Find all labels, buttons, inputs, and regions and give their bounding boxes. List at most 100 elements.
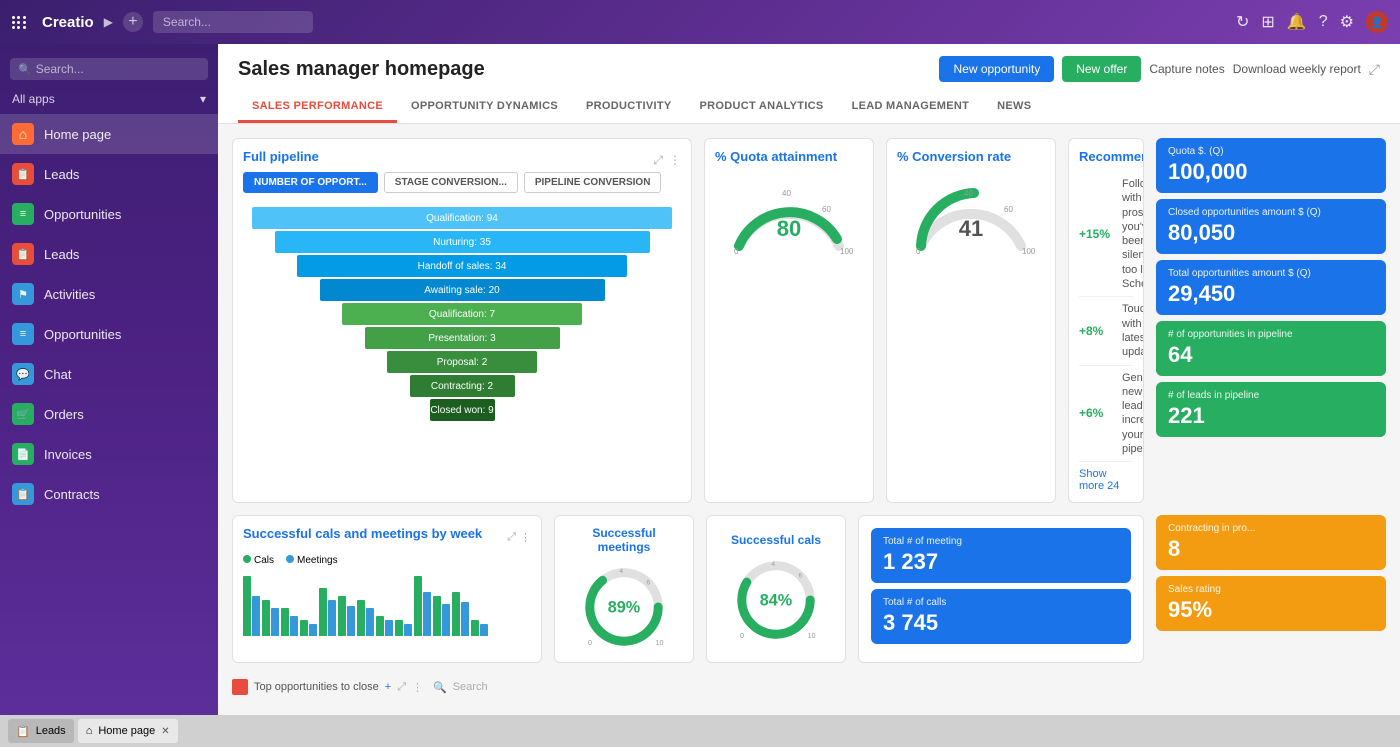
sidebar-item-invoices[interactable]: 📄 Invoices [0,434,218,474]
sidebar-item-activities[interactable]: ⚑ Activities [0,274,218,314]
funnel-row-1: Nurturing: 35 [275,231,650,253]
bell-icon[interactable]: 🔔 [1287,12,1307,32]
chart-legend: Cals Meetings [243,555,531,566]
expand-icon[interactable]: ⤢ [1369,61,1380,78]
settings-icon[interactable]: ⚙ [1340,12,1354,32]
expand-chart-icon[interactable]: ⤢ [507,531,516,544]
chart-menu-icon[interactable]: ⋮ [520,531,531,544]
contracting-card: Contracting in pro... 8 [1156,515,1386,570]
top-search-input[interactable] [153,11,313,33]
new-offer-button[interactable]: New offer [1062,56,1141,82]
svg-text:4: 4 [772,561,776,568]
pipeline-tab-stage[interactable]: STAGE CONVERSION... [384,172,518,193]
kpi-pipeline-opp-value: 64 [1168,342,1374,368]
opps-more-icon[interactable]: ⋮ [412,681,423,694]
add-icon[interactable]: + [123,12,143,32]
add-opps-icon[interactable]: + [385,681,391,693]
search-opps-icon[interactable]: 🔍 [433,681,447,694]
expand-pipeline-icon[interactable]: ⤢ [653,153,663,168]
avatar-icon[interactable]: 👤 [1366,11,1388,33]
taskbar-homepage[interactable]: ⌂ Home page ✕ [78,719,178,743]
sidebar-item-opportunities2[interactable]: ≡ Opportunities [0,314,218,354]
sidebar-search-input[interactable] [36,62,200,76]
opps-footer-label: Top opportunities to close [254,681,379,693]
sidebar-item-invoices-label: Invoices [44,447,92,462]
rec-pct-2: +6% [1079,406,1114,420]
calls-legend-label: Cals [254,555,274,566]
tab-productivity[interactable]: PRODUCTIVITY [572,92,686,123]
download-report-button[interactable]: Download weekly report [1233,62,1361,76]
home-icon: ⌂ [12,123,34,145]
calls-bar [338,596,346,636]
sidebar-item-leads2[interactable]: 📋 Leads [0,234,218,274]
sales-rating-value: 95% [1168,597,1374,623]
bar-group [300,620,317,636]
successful-meetings-card: Successful meetings 89% 0 10 4 6 [554,515,694,663]
sidebar-item-chat[interactable]: 💬 Chat [0,354,218,394]
svg-text:40: 40 [964,189,973,198]
conversion-gauge-svg: 0 40 60 100 41 [906,176,1036,256]
meetings-bar [423,592,431,636]
forward-icon[interactable]: ▶ [104,15,113,29]
apps-icon[interactable]: ⊞ [1261,12,1274,32]
bar-group [395,620,412,636]
svg-text:100: 100 [840,247,854,256]
kpi-leads-label: # of leads in pipeline [1168,390,1374,401]
sidebar-item-opportunities1[interactable]: ≡ Opportunities [0,194,218,234]
svg-text:10: 10 [656,638,664,647]
svg-text:0: 0 [740,631,744,640]
bar-group [243,576,260,636]
conversion-rate-card: % Conversion rate 0 40 60 100 41 [886,138,1056,503]
total-calls-card: Total # of calls 3 745 [871,589,1131,644]
new-opportunity-button[interactable]: New opportunity [939,56,1054,82]
opportunities-footer: Top opportunities to close + ⤢ ⋮ 🔍 Searc… [232,675,1386,699]
leads1-icon: 📋 [12,163,34,185]
meetings-bar [461,602,469,636]
grid-icon[interactable] [12,16,26,29]
header-actions: New opportunity New offer Capture notes … [939,56,1380,82]
tabs-bar: SALES PERFORMANCE OPPORTUNITY DYNAMICS P… [238,92,1380,123]
taskbar-leads-label: Leads [36,725,66,737]
contracts-icon: 📋 [12,483,34,505]
dashboard: Full pipeline ⤢ ⋮ NUMBER OF OPPORT... ST… [218,124,1400,715]
sidebar-item-opportunities2-label: Opportunities [44,327,121,342]
total-calls-label: Total # of calls [883,597,1119,608]
sidebar-item-contracts[interactable]: 📋 Contracts [0,474,218,514]
svg-text:10: 10 [808,631,816,640]
calls-bar [433,596,441,636]
refresh-icon[interactable]: ↻ [1236,12,1249,32]
tab-opportunity-dynamics[interactable]: OPPORTUNITY DYNAMICS [397,92,572,123]
taskbar-close-icon[interactable]: ✕ [161,726,169,737]
calls-bar [376,616,384,636]
kpi-quota-value: 100,000 [1168,159,1374,185]
pipeline-menu-icon[interactable]: ⋮ [669,153,681,168]
sidebar-item-homepage[interactable]: ⌂ Home page [0,114,218,154]
tab-news[interactable]: NEWS [983,92,1045,123]
bar-chart-card: Successful cals and meetings by week ⤢ ⋮… [232,515,542,663]
expand-opps-icon[interactable]: ⤢ [397,681,406,694]
content-area: Sales manager homepage New opportunity N… [218,44,1400,715]
calls-bar [471,620,479,636]
bar-group [357,600,374,636]
svg-text:6: 6 [799,573,803,580]
kpi-leads-value: 221 [1168,403,1374,429]
pipeline-tab-conversion[interactable]: PIPELINE CONVERSION [524,172,662,193]
sidebar-item-leads1[interactable]: 📋 Leads [0,154,218,194]
kpi-quota-label: Quota $. (Q) [1168,146,1374,157]
svg-text:41: 41 [959,216,983,241]
taskbar-leads[interactable]: 📋 Leads [8,719,74,743]
pipeline-tab-number[interactable]: NUMBER OF OPPORT... [243,172,378,193]
calls-bar [300,620,308,636]
show-more-link[interactable]: Show more 24 [1079,468,1133,492]
sidebar-item-orders[interactable]: 🛒 Orders [0,394,218,434]
help-icon[interactable]: ? [1319,13,1328,31]
conversion-title: % Conversion rate [897,149,1045,164]
bar-group [471,620,488,636]
total-meetings-value: 1 237 [883,549,1119,575]
tab-lead-management[interactable]: LEAD MANAGEMENT [838,92,984,123]
sidebar-item-homepage-label: Home page [44,127,111,142]
top-row: Full pipeline ⤢ ⋮ NUMBER OF OPPORT... ST… [232,138,1386,503]
tab-product-analytics[interactable]: PRODUCT ANALYTICS [685,92,837,123]
tab-sales-performance[interactable]: SALES PERFORMANCE [238,92,397,123]
capture-notes-button[interactable]: Capture notes [1149,62,1224,76]
